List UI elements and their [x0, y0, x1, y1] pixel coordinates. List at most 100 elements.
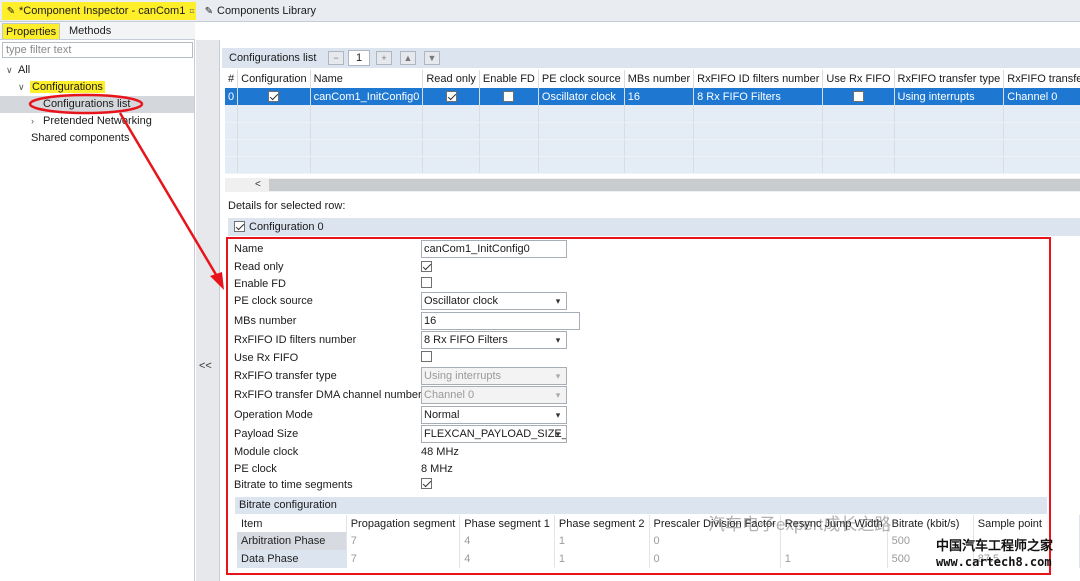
prop-label-use-rx-fifo: Use Rx FIFO [234, 352, 299, 364]
scrollbar-thumb[interactable] [269, 179, 1080, 191]
cell-phase2[interactable]: 1 [554, 532, 650, 550]
details-label: Details for selected row: [228, 200, 346, 212]
transfer-type-value: Using interrupts [424, 370, 502, 382]
cell-phase1[interactable]: 4 [459, 532, 555, 550]
component-icon: ✎ [6, 6, 16, 17]
chevron-down-icon: ▾ [555, 335, 561, 345]
table-row[interactable]: 0 canCom1_InitConfig0 Oscillator clock 1… [225, 88, 1080, 105]
left-panel: Properties Methods type filter text ∨ All… [0, 22, 195, 581]
read-only-checkbox[interactable] [445, 91, 457, 103]
collapse-panel-button[interactable]: << [199, 360, 212, 372]
move-up-button[interactable]: ▲ [400, 51, 416, 65]
column-header[interactable]: RxFIFO ID filters number [693, 70, 824, 88]
rxfifo-filters-select[interactable]: 8 Rx FIFO Filters ▾ [421, 331, 567, 349]
mbs-number-field[interactable]: 16 [421, 312, 580, 330]
column-header[interactable]: PE clock source [538, 70, 625, 88]
chevron-down-icon[interactable]: ∨ [18, 79, 30, 95]
transfer-type-select: Using interrupts ▾ [421, 367, 567, 385]
configuration-enable-checkbox[interactable] [234, 221, 245, 232]
tab-methods[interactable]: Methods [66, 23, 114, 39]
add-row-button[interactable]: + [376, 51, 392, 65]
column-header[interactable]: Name [310, 70, 424, 88]
cell-phase1[interactable]: 4 [459, 550, 555, 568]
row-transfer[interactable]: Channel 0 [1003, 88, 1080, 105]
tab-components-library[interactable]: ✎ Components Library [200, 2, 320, 20]
cell-phase2[interactable]: 1 [554, 550, 650, 568]
chevron-down-icon: ▾ [555, 390, 561, 400]
tree-item-shared-components[interactable]: Shared components [31, 130, 129, 146]
payload-size-value: FLEXCAN_PAYLOAD_SIZE_8 [424, 428, 567, 440]
column-header: Phase segment 1 [459, 515, 555, 532]
operation-mode-select[interactable]: Normal ▾ [421, 406, 567, 424]
payload-size-select[interactable]: FLEXCAN_PAYLOAD_SIZE_8 ▾ [421, 425, 567, 443]
cell-propagation[interactable]: 7 [346, 550, 461, 568]
column-header[interactable]: # [225, 70, 239, 88]
tree-item-label: Configurations [30, 81, 105, 93]
tab-properties[interactable]: Properties [2, 23, 61, 39]
row-index: 0 [225, 88, 239, 105]
scroll-left-icon[interactable]: < [255, 178, 261, 192]
column-header[interactable]: Enable FD [479, 70, 539, 88]
rxfifo-filters-value: 8 Rx FIFO Filters [424, 334, 508, 346]
cell-prescaler[interactable]: 0 [649, 550, 781, 568]
move-down-button[interactable]: ▼ [424, 51, 440, 65]
operation-mode-value: Normal [424, 409, 460, 421]
watermark-site-name: 中国汽车工程师之家 [936, 538, 1054, 553]
cell-rjw[interactable]: 1 [780, 550, 888, 568]
name-field[interactable]: canCom1_InitConfig0 [421, 240, 567, 258]
bitrate-to-segments-checkbox[interactable] [421, 478, 432, 489]
use-rx-fifo-checkbox[interactable] [852, 91, 864, 103]
row-rxfifo-filters[interactable]: 8 Rx FIFO Filters [693, 88, 824, 105]
enable-fd-checkbox[interactable] [503, 91, 515, 103]
prop-label-rxfifo-filters: RxFIFO ID filters number [234, 334, 357, 346]
tree-item-configurations[interactable]: ∨ Configurations [18, 79, 105, 95]
configuration-section-header[interactable]: Configuration 0 [228, 218, 1080, 236]
chevron-right-icon[interactable]: › [31, 113, 43, 129]
table-header-row: # Configuration Name Read only Enable FD… [225, 70, 1080, 88]
column-header: Phase segment 2 [554, 515, 650, 532]
configurations-list-header: Configurations list − 1 + ▲ ▼ [222, 48, 1080, 68]
tree-item-all[interactable]: ∨ All [6, 62, 30, 78]
column-header[interactable]: Read only [422, 70, 480, 88]
prop-label-transfer-type: RxFIFO transfer type [234, 370, 337, 382]
row-pe-clock-source[interactable]: Oscillator clock [538, 88, 625, 105]
tree-item-pretended-networking[interactable]: › Pretended Networking [31, 113, 152, 129]
column-header[interactable]: Configuration [237, 70, 311, 88]
prop-label-module-clock: Module clock [234, 446, 299, 458]
tab-component-inspector[interactable]: ✎ *Component Inspector - canCom1 ⌗ [2, 2, 196, 20]
page-number-field[interactable]: 1 [348, 50, 370, 66]
chevron-down-icon: ▾ [555, 296, 561, 306]
cell-propagation[interactable]: 7 [346, 532, 461, 550]
pe-clock-value: 8 MHz [421, 463, 453, 475]
prop-label-enable-fd: Enable FD [234, 278, 286, 290]
row-name[interactable]: canCom1_InitConfig0 [310, 88, 424, 105]
enable-fd-prop-checkbox[interactable] [421, 277, 432, 288]
horizontal-scrollbar[interactable]: < [225, 178, 1080, 192]
maximize-icon[interactable]: ⌗ [189, 6, 194, 16]
phase-label: Data Phase [237, 550, 347, 568]
tree-item-label: Configurations list [43, 98, 131, 110]
tab-component-inspector-label: *Component Inspector - canCom1 [19, 5, 186, 17]
remove-row-button[interactable]: − [328, 51, 344, 65]
column-header[interactable]: RxFIFO transfer type [894, 70, 1005, 88]
configuration-checkbox[interactable] [268, 91, 280, 103]
chevron-down-icon[interactable]: ∨ [6, 62, 18, 78]
watermark-url: www.cartech8.com [936, 555, 1052, 569]
row-transfer-type[interactable]: Using interrupts [894, 88, 1005, 105]
panel-splitter[interactable]: << [196, 40, 220, 581]
row-mbs-number[interactable]: 16 [624, 88, 695, 105]
pe-clock-source-select[interactable]: Oscillator clock ▾ [421, 292, 567, 310]
column-header[interactable]: MBs number [624, 70, 695, 88]
tree-item-configurations-list[interactable]: Configurations list [43, 96, 130, 112]
column-header[interactable]: Use Rx FIFO [822, 70, 895, 88]
empty-row [225, 105, 1080, 123]
column-header[interactable]: RxFIFO transfer [1003, 70, 1080, 88]
empty-row [225, 122, 1080, 140]
use-rx-fifo-prop-checkbox[interactable] [421, 351, 432, 362]
configurations-table: # Configuration Name Read only Enable FD… [225, 70, 1080, 174]
chevron-down-icon: ▾ [555, 429, 561, 439]
editor-tab-strip: ✎ *Component Inspector - canCom1 ⌗ ✎ Compon… [0, 0, 1080, 22]
filter-input[interactable]: type filter text [2, 42, 193, 58]
read-only-prop-checkbox[interactable] [421, 261, 432, 272]
prop-label-name: Name [234, 243, 264, 255]
